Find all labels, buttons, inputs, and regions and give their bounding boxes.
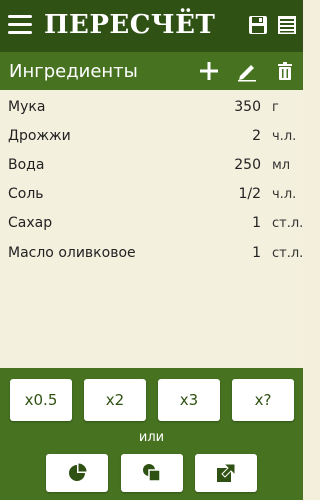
app-bar: ПЕРЕСЧЁТ <box>0 0 303 52</box>
save-icon[interactable] <box>247 14 269 36</box>
multiply-half-button[interactable]: x0.5 <box>10 379 72 421</box>
ingredient-name: Сахар <box>8 215 53 231</box>
ingredient-name: Дрожжи <box>8 128 71 144</box>
ingredient-unit: ч.л. <box>272 187 297 202</box>
ingredient-qty: 250 <box>234 157 261 173</box>
ingredient-name: Мука <box>8 99 46 115</box>
export-button[interactable] <box>195 454 257 492</box>
shapes-button[interactable] <box>121 454 183 492</box>
ingredient-name: Вода <box>8 157 45 173</box>
list-icon[interactable] <box>276 14 298 36</box>
pencil-icon[interactable] <box>236 60 258 82</box>
ingredient-row[interactable]: Соль 1/2 ч.л. <box>0 180 303 210</box>
ingredient-row[interactable]: Мука 350 г <box>0 93 303 123</box>
ingredient-unit: ч.л. <box>272 129 297 144</box>
ingredient-qty: 1/2 <box>238 186 261 202</box>
multiply-three-button[interactable]: x3 <box>158 379 220 421</box>
ingredient-unit: г <box>272 100 279 115</box>
ingredient-list: Мука 350 г Дрожжи 2 ч.л. Вода 250 мл Сол… <box>0 90 303 368</box>
ingredient-name: Масло оливковое <box>8 245 136 261</box>
ingredient-row[interactable]: Сахар 1 ст.л. <box>0 209 303 239</box>
ingredient-qty: 350 <box>234 99 261 115</box>
ingredient-row[interactable]: Вода 250 мл <box>0 151 303 181</box>
or-label: или <box>138 430 165 445</box>
bottom-panel: x0.5 x2 x3 x? или <box>0 368 303 500</box>
ingredient-row[interactable]: Дрожжи 2 ч.л. <box>0 122 303 152</box>
shapes-icon <box>143 464 161 482</box>
app-title: ПЕРЕСЧЁТ <box>44 10 216 40</box>
ingredients-toolbar: Ингредиенты <box>0 52 303 90</box>
plus-icon[interactable] <box>198 60 220 82</box>
multiply-two-button[interactable]: x2 <box>84 379 146 421</box>
ingredient-qty: 2 <box>252 128 261 144</box>
multiply-custom-button[interactable]: x? <box>232 379 294 421</box>
ingredient-name: Соль <box>8 186 44 202</box>
ingredients-title: Ингредиенты <box>9 61 138 82</box>
ingredient-qty: 1 <box>252 215 261 231</box>
ingredient-row[interactable]: Масло оливковое 1 ст.л. <box>0 239 303 269</box>
ingredient-qty: 1 <box>252 245 261 261</box>
ingredient-unit: мл <box>272 158 291 173</box>
pie-chart-button[interactable] <box>46 454 108 492</box>
ingredient-unit: ст.л. <box>272 216 304 231</box>
ingredient-unit: ст.л. <box>272 246 304 261</box>
pie-chart-icon <box>69 463 87 481</box>
trash-icon[interactable] <box>274 60 296 82</box>
menu-icon[interactable] <box>8 15 32 35</box>
export-arrow-icon <box>217 463 236 482</box>
